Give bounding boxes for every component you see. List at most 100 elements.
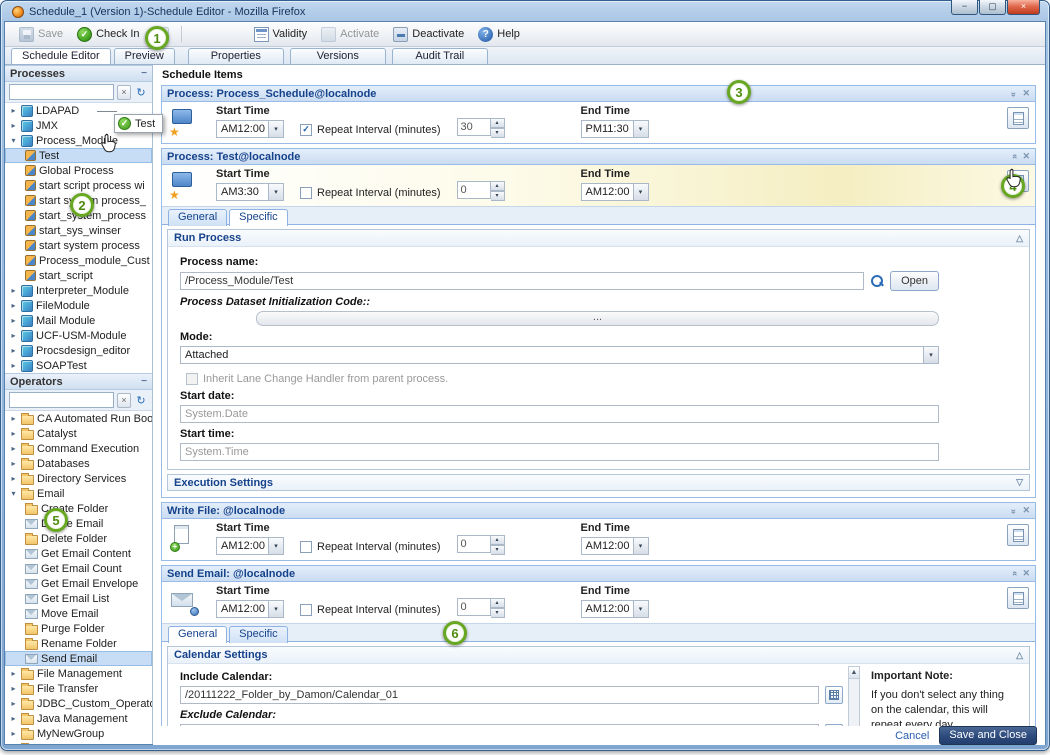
spin-down-icon[interactable]: ▾ xyxy=(491,608,505,618)
repeat-value-input[interactable] xyxy=(457,118,491,136)
repeat-interval-row[interactable]: Repeat Interval (minutes) xyxy=(300,601,441,618)
spinner-buttons[interactable]: ▴▾ xyxy=(491,118,505,136)
start-time-select[interactable]: AM12:00▾ xyxy=(216,600,284,618)
dropdown-arrow-icon[interactable]: ▾ xyxy=(633,601,648,617)
dropdown-arrow-icon[interactable]: ▾ xyxy=(633,538,648,554)
tree-item[interactable]: ▸Interpreter_Module xyxy=(5,283,152,298)
clear-search-icon[interactable]: × xyxy=(117,85,131,100)
tab-properties[interactable]: Properties xyxy=(188,48,284,64)
tree-item[interactable]: ▸Java Management xyxy=(5,711,152,726)
tree-item[interactable]: Purge Folder xyxy=(5,621,152,636)
tree-item[interactable]: ▸Procsdesign_editor xyxy=(5,343,152,358)
minimize-button[interactable]: − xyxy=(951,0,978,15)
dropdown-arrow-icon[interactable]: ▾ xyxy=(268,538,283,554)
repeat-spinner[interactable]: ▴▾ xyxy=(457,598,505,616)
expand-panel-icon[interactable]: ▽ xyxy=(1016,477,1023,488)
repeat-spinner[interactable]: ▴▾ xyxy=(457,181,505,199)
tree-item[interactable]: ▾Process_Module xyxy=(5,133,152,148)
end-time-select[interactable]: AM12:00▾ xyxy=(581,183,649,201)
dropdown-arrow-icon[interactable]: ▾ xyxy=(633,184,648,200)
refresh-icon[interactable]: ↻ xyxy=(134,85,148,100)
canc​el-link[interactable]: Cancel xyxy=(895,730,929,742)
close-section-icon[interactable]: ✕ xyxy=(1022,151,1030,162)
collapse-panel-icon[interactable]: △ xyxy=(1016,650,1023,661)
spinner-buttons[interactable]: ▴▾ xyxy=(491,181,505,199)
close-section-icon[interactable]: ✕ xyxy=(1022,88,1030,99)
operators-search-input[interactable] xyxy=(9,392,114,408)
tree-item[interactable]: Create Folder xyxy=(5,501,152,516)
tree-item[interactable]: ▸File Transfer xyxy=(5,681,152,696)
repeat-checkbox[interactable] xyxy=(300,604,312,616)
help-button[interactable]: ? Help xyxy=(472,25,526,44)
tab-preview[interactable]: Preview xyxy=(114,48,175,64)
start-time-select[interactable]: AM12:00▾ xyxy=(216,120,284,138)
expander-icon[interactable]: ▸ xyxy=(9,429,18,438)
end-time-select[interactable]: AM12:00▾ xyxy=(581,537,649,555)
close-section-icon[interactable]: ✕ xyxy=(1022,505,1030,516)
tab-specific[interactable]: Specific xyxy=(229,209,288,226)
scroll-up-icon[interactable]: ▲ xyxy=(849,667,859,679)
tab-versions[interactable]: Versions xyxy=(290,48,386,64)
item-details-button[interactable] xyxy=(1007,107,1029,129)
repeat-interval-row[interactable]: Repeat Interval (minutes) xyxy=(300,184,441,201)
tree-item[interactable]: Delete Email xyxy=(5,516,152,531)
expander-icon[interactable]: ▾ xyxy=(9,136,18,145)
include-calendar-input[interactable] xyxy=(180,686,819,704)
tree-item[interactable]: ▸Command Execution xyxy=(5,441,152,456)
mode-select[interactable]: Attached▾ xyxy=(180,346,939,364)
tree-item[interactable]: Get Email Envelope xyxy=(5,576,152,591)
tree-item[interactable]: Delete Folder xyxy=(5,531,152,546)
tree-item[interactable]: Get Email Content xyxy=(5,546,152,561)
dropdown-arrow-icon[interactable]: ▾ xyxy=(268,121,283,137)
execution-settings-header[interactable]: Execution Settings ▽ xyxy=(167,474,1030,491)
tree-item[interactable]: ▸File Management xyxy=(5,666,152,681)
expander-icon[interactable]: ▸ xyxy=(9,346,18,355)
tree-item[interactable]: ▸JDBC_Custom_Operators xyxy=(5,696,152,711)
expander-icon[interactable]: ▸ xyxy=(9,301,18,310)
expander-icon[interactable]: ▸ xyxy=(9,286,18,295)
repeat-checkbox[interactable] xyxy=(300,541,312,553)
repeat-spinner[interactable]: ▴▾ xyxy=(457,118,505,136)
tree-item[interactable]: ▸FileModule xyxy=(5,298,152,313)
collapse-icon[interactable]: » xyxy=(1009,508,1019,512)
spin-down-icon[interactable]: ▾ xyxy=(491,191,505,201)
expander-icon[interactable]: ▸ xyxy=(9,459,18,468)
tab-schedule-editor[interactable]: Schedule Editor xyxy=(11,48,111,64)
tree-item[interactable]: start_script xyxy=(5,268,152,283)
spinner-buttons[interactable]: ▴▾ xyxy=(491,535,505,553)
dropdown-arrow-icon[interactable]: ▾ xyxy=(268,184,283,200)
dropdown-arrow-icon[interactable]: ▾ xyxy=(923,347,938,363)
panel-minimize-icon[interactable]: − xyxy=(141,376,147,387)
tree-item[interactable]: ▾Network Utilities xyxy=(5,741,152,744)
expander-icon[interactable]: ▸ xyxy=(9,414,18,423)
item-details-button[interactable] xyxy=(1007,524,1029,546)
collapse-icon[interactable]: » xyxy=(1009,571,1019,575)
expander-icon[interactable]: ▸ xyxy=(9,316,18,325)
tree-item[interactable]: Get Email Count xyxy=(5,561,152,576)
activate-button[interactable]: Activate xyxy=(315,25,385,44)
dropdown-arrow-icon[interactable]: ▾ xyxy=(268,601,283,617)
check-in-button[interactable]: ✓ Check In xyxy=(71,25,145,44)
expander-icon[interactable]: ▸ xyxy=(9,361,18,370)
tree-item[interactable]: Global Process xyxy=(5,163,152,178)
start-time-select[interactable]: AM3:30▾ xyxy=(216,183,284,201)
tree-item[interactable]: start system process xyxy=(5,238,152,253)
expander-icon[interactable]: ▸ xyxy=(9,331,18,340)
expander-icon[interactable]: ▸ xyxy=(9,121,18,130)
repeat-value-input[interactable] xyxy=(457,535,491,553)
maximize-button[interactable]: ▢ xyxy=(979,0,1006,15)
deactivate-button[interactable]: Deactivate xyxy=(387,25,470,44)
item-details-button[interactable] xyxy=(1007,587,1029,609)
clear-search-icon[interactable]: × xyxy=(117,393,131,408)
tab-general[interactable]: General xyxy=(168,209,227,226)
expander-icon[interactable]: ▸ xyxy=(9,669,18,678)
repeat-interval-row[interactable]: ✓ Repeat Interval (minutes) xyxy=(300,121,441,138)
calendar-picker-button[interactable] xyxy=(825,686,843,704)
save-and-close-button[interactable]: Save and Close xyxy=(939,726,1037,745)
tab-specific[interactable]: Specific xyxy=(229,626,288,643)
tree-item[interactable]: ▸CA Automated Run Book xyxy=(5,411,152,426)
tree-item[interactable]: ▸Mail Module xyxy=(5,313,152,328)
tree-item[interactable]: ▸UCF-USM-Module xyxy=(5,328,152,343)
start-time-select[interactable]: AM12:00▾ xyxy=(216,537,284,555)
search-icon[interactable] xyxy=(870,274,884,288)
